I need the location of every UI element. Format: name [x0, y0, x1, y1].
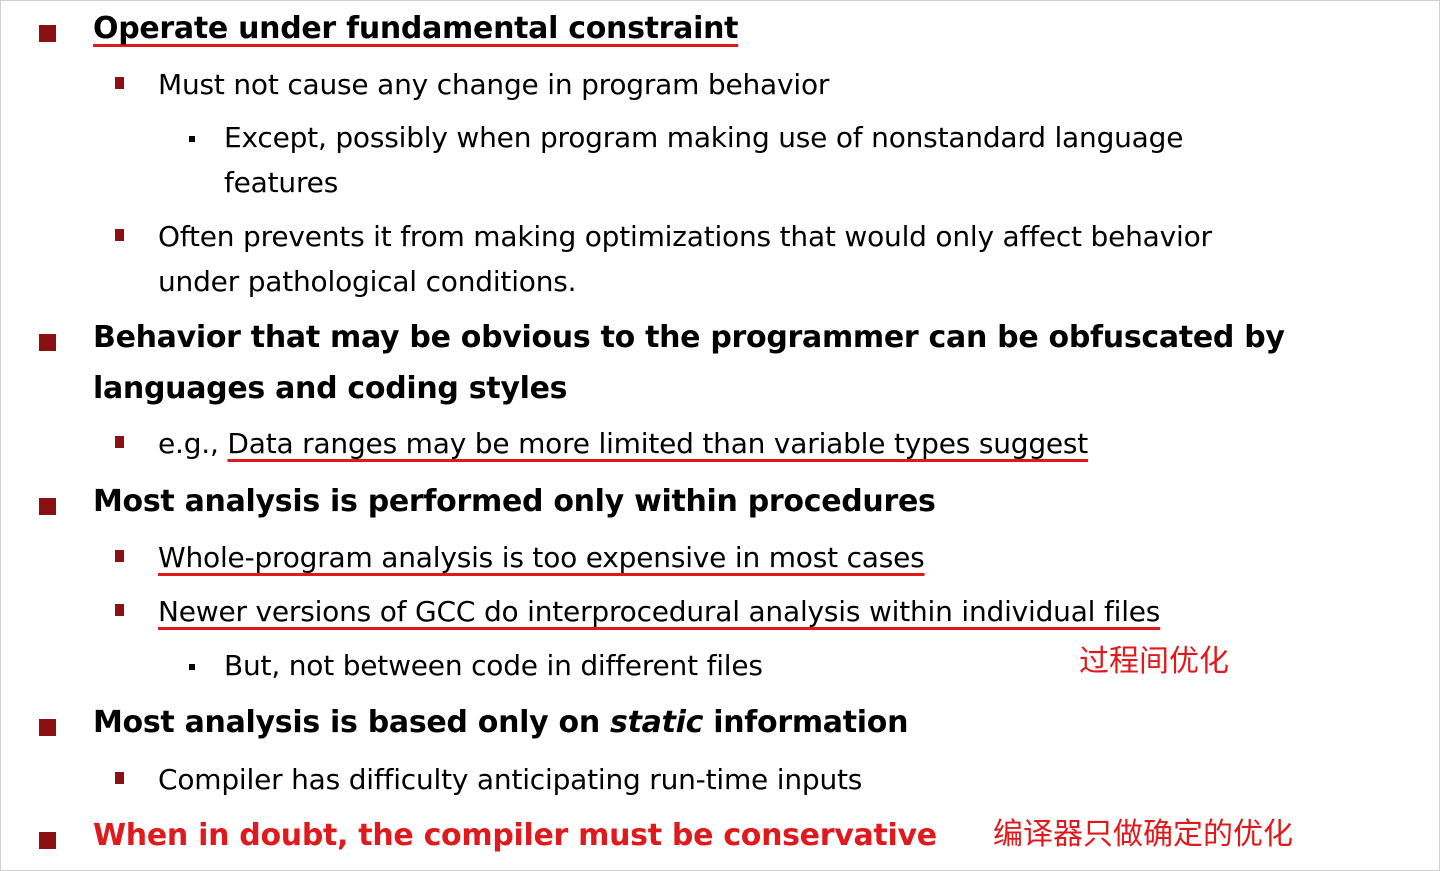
item-not-between-files: But, not between code in different files: [224, 649, 763, 682]
level1-bullet: [39, 334, 56, 351]
heading-within-procedures: Most analysis is performed only within p…: [93, 484, 936, 519]
annotation-interprocedural: 过程间优化: [1079, 644, 1229, 679]
heading-static-a: Most analysis is based only on: [93, 705, 611, 740]
item-prevents-optimizations: Often prevents it from making optimizati…: [158, 220, 1212, 253]
level2-bullet: [115, 436, 124, 448]
level1-bullet: [39, 832, 56, 849]
heading-behavior-obfuscated-cont: languages and coding styles: [93, 371, 568, 406]
level1-bullet: [39, 719, 56, 736]
level2-bullet: [115, 550, 124, 562]
item-data-ranges: e.g., Data ranges may be more limited th…: [158, 424, 1088, 464]
heading-conservative: When in doubt, the compiler must be cons…: [93, 818, 937, 853]
heading-operate-constraint: Operate under fundamental constraint: [93, 11, 739, 46]
item-except-nonstandard-cont: features: [224, 166, 339, 199]
heading-static-information: Most analysis is based only on static in…: [93, 703, 908, 743]
heading-behavior-obfuscated: Behavior that may be obvious to the prog…: [93, 320, 1285, 355]
annotation-conservative: 编译器只做确定的优化: [993, 817, 1293, 852]
level3-bullet: [189, 136, 195, 142]
item-runtime-inputs: Compiler has difficulty anticipating run…: [158, 763, 863, 796]
item-except-nonstandard: Except, possibly when program making use…: [224, 121, 1184, 154]
item-prevents-optimizations-cont: under pathological conditions.: [158, 265, 577, 298]
item-gcc-interprocedural: Newer versions of GCC do interprocedural…: [158, 595, 1161, 628]
item-whole-program: Whole-program analysis is too expensive …: [158, 541, 925, 574]
heading-static-b: information: [703, 705, 909, 740]
item-data-ranges-text: Data ranges may be more limited than var…: [227, 427, 1089, 460]
level3-bullet: [189, 664, 195, 670]
level2-bullet: [115, 772, 124, 784]
level1-bullet: [39, 498, 56, 515]
level2-bullet: [115, 77, 124, 89]
level2-bullet: [115, 604, 124, 616]
item-no-behavior-change: Must not cause any change in program beh…: [158, 68, 830, 101]
slide: Operate under fundamental constraint Mus…: [0, 0, 1440, 871]
level1-bullet: [39, 25, 56, 42]
item-data-ranges-prefix: e.g.,: [158, 427, 228, 460]
heading-static-em: static: [610, 705, 704, 740]
level2-bullet: [115, 229, 124, 241]
